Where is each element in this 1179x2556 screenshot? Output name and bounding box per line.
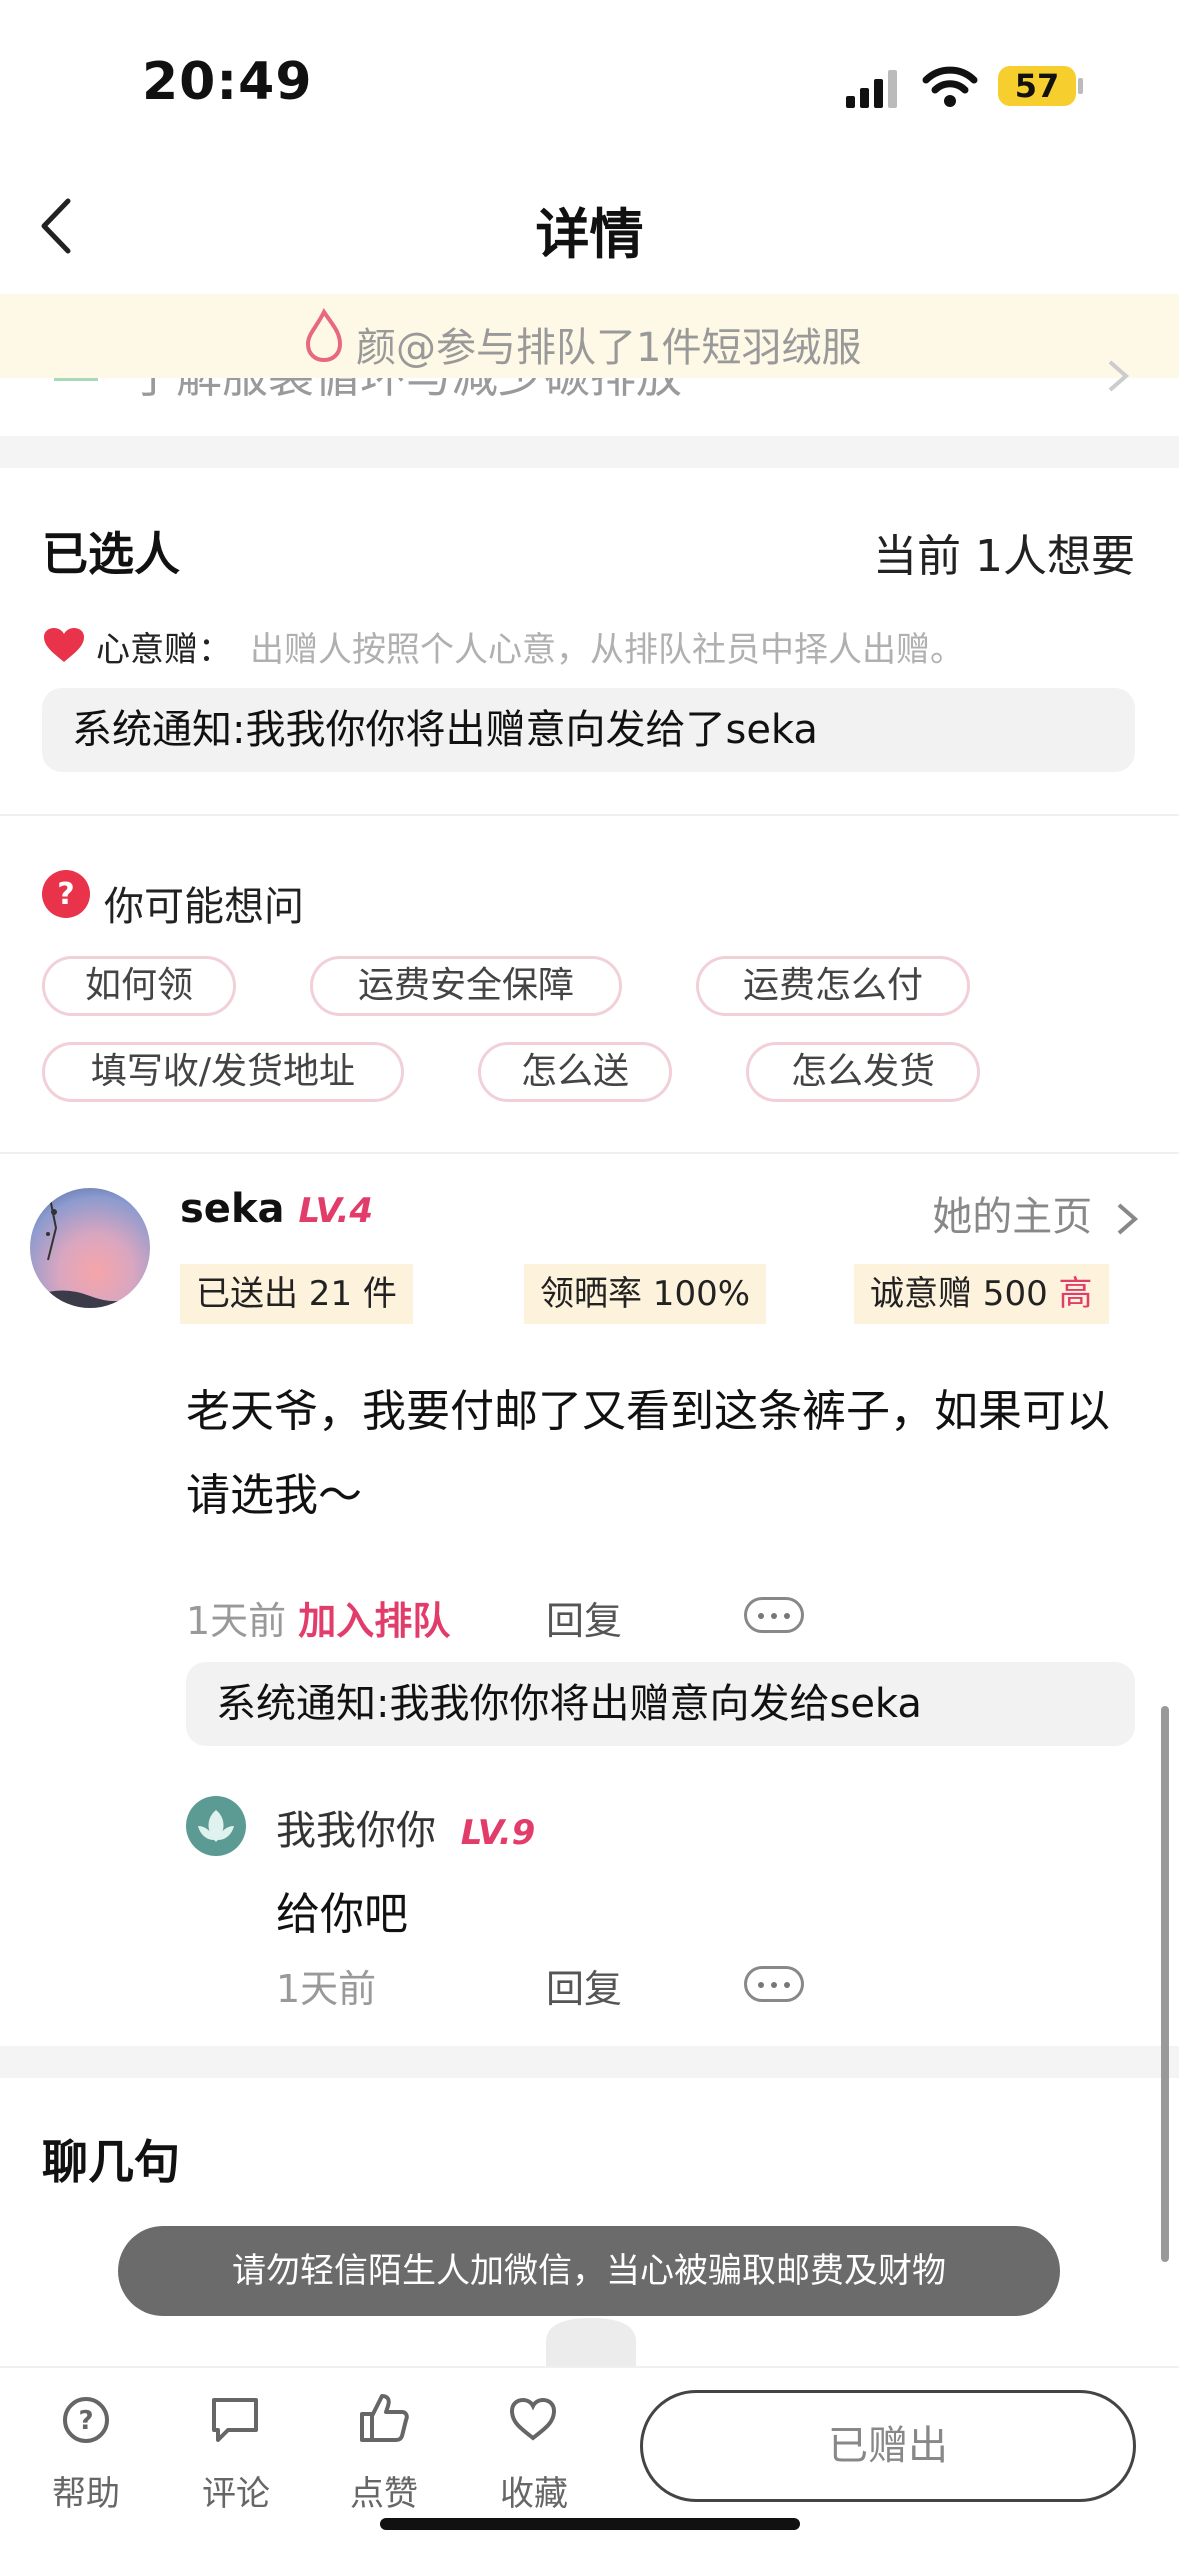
chat-title: 聊几句 — [42, 2135, 180, 2189]
user-level: LV.4 — [298, 1191, 374, 1231]
faq-title: 你可能想问 — [104, 884, 304, 930]
help-icon[interactable]: ? — [62, 2396, 110, 2444]
username[interactable]: seka — [180, 1186, 285, 1232]
comment-label[interactable]: 评论 — [186, 2466, 286, 2515]
reply-avatar[interactable] — [186, 1796, 246, 1856]
placeholder-illustration — [546, 2318, 636, 2368]
section-gap — [0, 2046, 1179, 2078]
svg-text:?: ? — [78, 2406, 93, 2436]
reply-reply-button[interactable]: 回复 — [546, 1958, 622, 2013]
like-label[interactable]: 点赞 — [334, 2466, 434, 2515]
join-queue-link[interactable]: 加入排队 — [298, 1599, 450, 1643]
divider — [0, 1152, 1179, 1154]
chevron-right-icon — [1117, 1203, 1139, 1235]
heart-outline-icon[interactable] — [508, 2396, 558, 2442]
user-home-link[interactable]: 她的主页 — [932, 1184, 1139, 1242]
svg-text:?: ? — [57, 877, 74, 912]
more-options-icon[interactable] — [744, 1597, 804, 1633]
comment-user[interactable]: seka LV.4 — [180, 1186, 373, 1232]
divider — [0, 814, 1179, 816]
faq-chip-how-to-claim[interactable]: 如何领 — [42, 956, 236, 1016]
heart-icon — [44, 628, 84, 662]
page-title: 详情 — [535, 203, 644, 266]
comment-system-notice: 系统通知:我我你你将出赠意向发给seka — [186, 1662, 1135, 1746]
home-indicator — [380, 2518, 800, 2530]
reply-user-level: LV.9 — [460, 1813, 536, 1853]
battery-indicator: 57 — [998, 66, 1076, 106]
reply-text: 给你吧 — [276, 1889, 408, 1940]
tip-label: 心意赠： — [96, 630, 232, 670]
scrollbar[interactable] — [1161, 1706, 1169, 2262]
faq-chip-address[interactable]: 填写收/发货地址 — [42, 1042, 404, 1102]
cellular-signal-icon — [846, 70, 897, 108]
favorite-label[interactable]: 收藏 — [484, 2466, 584, 2515]
banner-notice-text: 颜@参与排队了1件短羽绒服 — [356, 325, 862, 371]
section-gap — [0, 436, 1179, 468]
safety-toast: 请勿轻信陌生人加微信，当心被骗取邮费及财物 — [118, 2226, 1060, 2316]
reply-user[interactable]: 我我你你 LV.9 — [276, 1798, 535, 1856]
want-count: 当前 1人想要 — [873, 531, 1135, 582]
battery-cap — [1078, 78, 1083, 94]
comment-icon[interactable] — [210, 2396, 260, 2444]
help-label[interactable]: 帮助 — [36, 2466, 136, 2515]
status-time: 20:49 — [142, 52, 313, 112]
comment-time: 1天前 — [186, 1599, 287, 1643]
reply-more-options-icon[interactable] — [744, 1966, 804, 2002]
avatar[interactable] — [30, 1188, 150, 1308]
detail-page: 20:49 57 详情 了解服装循环与减少碳排放 颜@参与排队了1件短羽绒服 已… — [0, 0, 1179, 2556]
faq-chip-how-to-ship[interactable]: 怎么发货 — [746, 1042, 980, 1102]
chevron-right-icon[interactable] — [1106, 358, 1130, 394]
stat-sincerity: 诚意赠 500 高 — [854, 1264, 1109, 1324]
faq-chip-shipping-payment[interactable]: 运费怎么付 — [696, 956, 970, 1016]
question-icon: ? — [42, 870, 90, 918]
flame-icon — [305, 308, 343, 363]
system-notice: 系统通知:我我你你将出赠意向发给了seka — [42, 688, 1135, 772]
comment-meta: 1天前 加入排队 — [186, 1590, 450, 1645]
home-link-label: 她的主页 — [932, 1194, 1093, 1240]
reply-time: 1天前 — [276, 1967, 377, 2011]
stat-sent: 已送出 21 件 — [180, 1264, 413, 1324]
gifted-button[interactable]: 已赠出 — [640, 2390, 1136, 2502]
reply-username[interactable]: 我我你你 — [276, 1808, 436, 1854]
faq-chip-how-to-send[interactable]: 怎么送 — [478, 1042, 672, 1102]
comment-text: 老天爷，我要付邮了又看到这条裤子，如果可以请选我～ — [186, 1386, 1110, 1521]
wifi-icon — [922, 66, 978, 107]
stat-high-badge: 高 — [1058, 1274, 1093, 1314]
tip-text: 出赠人按照个人心意，从排队社员中择人出赠。 — [250, 630, 964, 670]
thumbs-up-icon[interactable] — [358, 2392, 410, 2444]
selected-title: 已选人 — [42, 527, 180, 581]
stat-review-rate: 领晒率 100% — [524, 1264, 767, 1324]
faq-chip-shipping-safety[interactable]: 运费安全保障 — [310, 956, 622, 1016]
stat-sincerity-label: 诚意赠 500 — [870, 1274, 1048, 1314]
reply-button[interactable]: 回复 — [546, 1590, 622, 1645]
